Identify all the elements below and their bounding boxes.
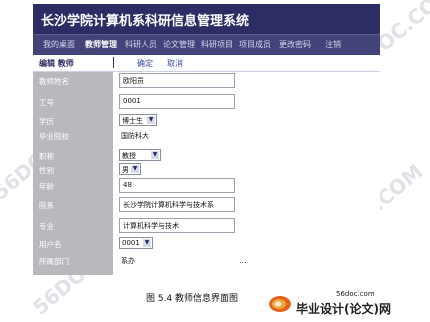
id-value: 0001: [123, 97, 141, 105]
name-value: 欧阳员: [123, 77, 144, 85]
name-input[interactable]: 欧阳员: [119, 73, 235, 88]
education-select[interactable]: 博士生 ▼: [119, 114, 157, 126]
education-value: 博士生: [122, 117, 143, 125]
school-value: 国防科大: [121, 132, 149, 140]
nav-item-project-members[interactable]: 项目成员: [239, 39, 271, 50]
nav-item-papers[interactable]: 论文管理: [163, 39, 195, 50]
id-label: 工号: [39, 98, 54, 107]
form-row-username: 用户名 0001 ▼: [33, 235, 380, 253]
nav-item-researchers[interactable]: 科研人员: [125, 39, 157, 50]
form-toolbar: 编辑 教师 确定 取消: [33, 55, 380, 72]
id-input[interactable]: 0001: [119, 94, 235, 109]
flame-logo-icon: [269, 296, 291, 312]
department-value: 长沙学院计算机科学与技术系: [123, 201, 214, 209]
logo-url: 56doc.com: [336, 290, 375, 298]
school-label: 毕业院校: [39, 132, 69, 141]
chevron-down-icon: ▼: [151, 151, 159, 159]
chevron-down-icon: ▼: [131, 165, 139, 173]
form-row-id: 工号 0001: [33, 93, 380, 111]
app-title: 长沙学院计算机系科研信息管理系统: [41, 14, 250, 29]
major-value: 计算机科学与技术: [123, 222, 179, 230]
form-row-unit: 所属部门 系办 ...: [33, 252, 380, 270]
toolbar-divider: [113, 57, 114, 68]
age-value: 48: [123, 181, 132, 189]
nav-item-desktop[interactable]: 我的桌面: [43, 39, 75, 50]
username-label: 用户名: [39, 240, 62, 249]
name-label: 教师姓名: [39, 77, 69, 86]
title-select[interactable]: 教授 ▼: [119, 149, 161, 161]
department-input[interactable]: 长沙学院计算机科学与技术系: [119, 197, 235, 212]
nav-bar: 我的桌面 教师管理 科研人员 论文管理 科研项目 项目成员 更改密码 注销: [33, 34, 380, 55]
gender-label: 性别: [39, 166, 54, 175]
chevron-down-icon: ▼: [147, 116, 155, 124]
gender-value: 男: [122, 166, 129, 174]
form-row-age: 年龄 48: [33, 177, 380, 195]
age-input[interactable]: 48: [119, 178, 235, 193]
unit-value: 系办: [121, 257, 135, 265]
age-label: 年龄: [39, 182, 54, 191]
form-row-department: 院系 长沙学院计算机科学与技术系: [33, 196, 380, 214]
department-label: 院系: [39, 201, 54, 210]
gender-select[interactable]: 男 ▼: [119, 163, 141, 175]
logo-text: 毕业设计(论文)网: [296, 302, 391, 316]
nav-item-logout[interactable]: 注销: [325, 39, 341, 50]
figure-caption: 图 5.4 教师信息界面图: [146, 294, 239, 304]
form-row-name: 教师姓名 欧阳员: [33, 72, 380, 90]
title-value: 教授: [122, 152, 136, 160]
username-select[interactable]: 0001 ▼: [119, 237, 153, 249]
form-row-school: 毕业院校 国防科大: [33, 127, 380, 145]
unit-browse-button[interactable]: ...: [239, 256, 247, 265]
nav-item-change-password[interactable]: 更改密码: [279, 39, 311, 50]
confirm-button[interactable]: 确定: [137, 58, 153, 69]
chevron-down-icon: ▼: [143, 239, 151, 247]
app-header: 长沙学院计算机系科研信息管理系统: [33, 4, 380, 34]
nav-item-projects[interactable]: 科研项目: [201, 39, 233, 50]
major-label: 专业: [39, 222, 54, 231]
unit-label: 所属部门: [39, 257, 69, 266]
edit-title: 编辑 教师: [39, 59, 74, 68]
cancel-button[interactable]: 取消: [167, 58, 183, 69]
form-row-major: 专业 计算机科学与技术: [33, 217, 380, 235]
major-input[interactable]: 计算机科学与技术: [119, 218, 235, 233]
teacher-form: 教师姓名 欧阳员 工号 0001 学历 博士生 ▼ 毕业院校 国防科大 职称 教…: [33, 72, 380, 275]
username-value: 0001: [122, 239, 140, 247]
nav-item-teacher-management[interactable]: 教师管理: [85, 39, 117, 50]
education-label: 学历: [39, 117, 54, 126]
